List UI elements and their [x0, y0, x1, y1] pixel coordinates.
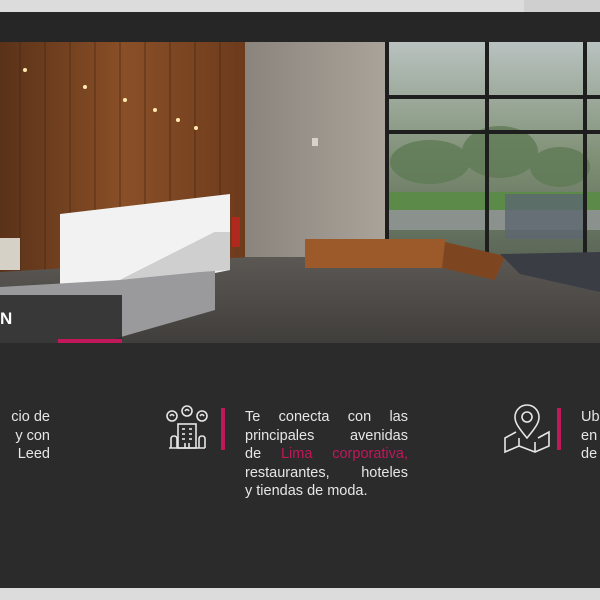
feature-left: cio de y con Leed	[0, 408, 50, 464]
feature-left-line-3: Leed	[17, 446, 50, 462]
title-accent-underline	[58, 339, 122, 343]
map-pin-icon	[502, 402, 552, 454]
feature-center: Te conecta con las principales avenidas …	[245, 408, 408, 501]
feature-right-line-1: Ub	[581, 409, 600, 425]
section-title-fragment: N	[0, 309, 14, 328]
building-people-icon	[163, 404, 211, 452]
feature-center-line-4: restaurantes, hoteles	[245, 464, 408, 481]
slide-header-band	[0, 12, 600, 42]
feature-center-line-2: principales avenidas	[245, 427, 408, 444]
window-top-bar	[0, 0, 600, 12]
presentation-slide: N cio de y con Leed Te conecta con las p…	[0, 12, 600, 588]
section-title-block: N	[0, 295, 122, 343]
feature-center-line-5: y tiendas de moda.	[245, 483, 368, 499]
feature-right-line-3: de	[581, 446, 598, 462]
feature-center-line-3: de Lima corporativa,	[245, 445, 408, 464]
top-bar-tab	[524, 0, 600, 12]
feature-right-line-2: en	[581, 427, 598, 444]
feature-right-divider	[557, 408, 561, 450]
feature-left-line-2: y con	[15, 427, 50, 444]
lima-corporativa-highlight: Lima corporativa,	[280, 446, 408, 462]
window-bottom-bar	[0, 588, 600, 600]
feature-center-line-3-prefix: de	[245, 446, 281, 462]
feature-right: Ub en de	[581, 408, 600, 464]
feature-left-line-1: cio de	[11, 409, 50, 425]
feature-center-divider	[221, 408, 225, 450]
feature-center-line-1: Te conecta con las	[245, 409, 408, 425]
